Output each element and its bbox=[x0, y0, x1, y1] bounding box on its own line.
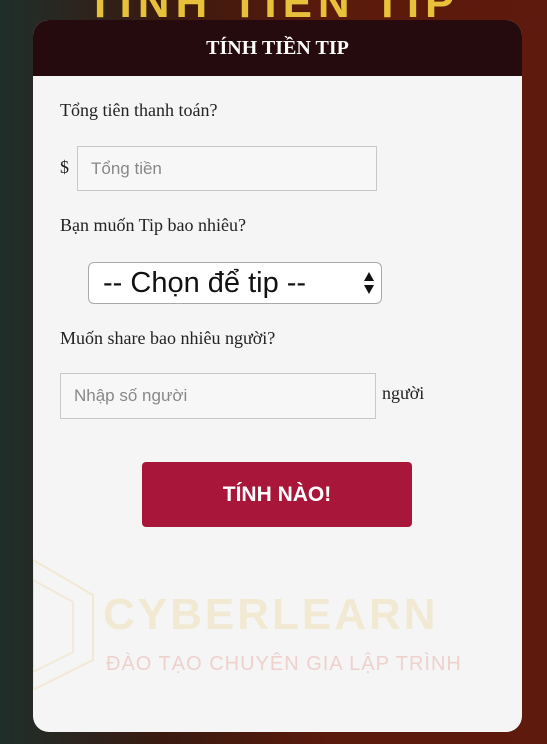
tip-calculator-card: TÍNH TIỀN TIP Tổng tiên thanh toán? $ Tổ… bbox=[33, 20, 522, 732]
total-label: Tổng tiên thanh toán? bbox=[60, 100, 218, 120]
watermark-brand: CYBERLEARN bbox=[103, 590, 439, 639]
card-title: TÍNH TIỀN TIP bbox=[33, 20, 522, 76]
calculate-button[interactable]: TÍNH NÀO! bbox=[142, 462, 412, 527]
watermark-tagline: ĐÀO TẠO CHUYÊN GIA LẬP TRÌNH bbox=[106, 653, 462, 675]
currency-symbol: $ bbox=[60, 157, 69, 177]
total-amount-input[interactable]: Tổng tiền bbox=[77, 146, 377, 191]
people-count-input[interactable]: Nhập số người bbox=[60, 373, 376, 419]
tip-select-value: -- Chọn để tip -- bbox=[103, 266, 307, 299]
select-arrows-icon bbox=[364, 272, 374, 294]
people-unit: người bbox=[382, 383, 425, 403]
tip-select[interactable]: -- Chọn để tip -- bbox=[88, 262, 382, 304]
watermark-logo-icon bbox=[33, 558, 94, 690]
people-label: Muốn share bao nhiêu người? bbox=[60, 328, 276, 348]
tip-label: Bạn muốn Tip bao nhiêu? bbox=[60, 215, 247, 235]
